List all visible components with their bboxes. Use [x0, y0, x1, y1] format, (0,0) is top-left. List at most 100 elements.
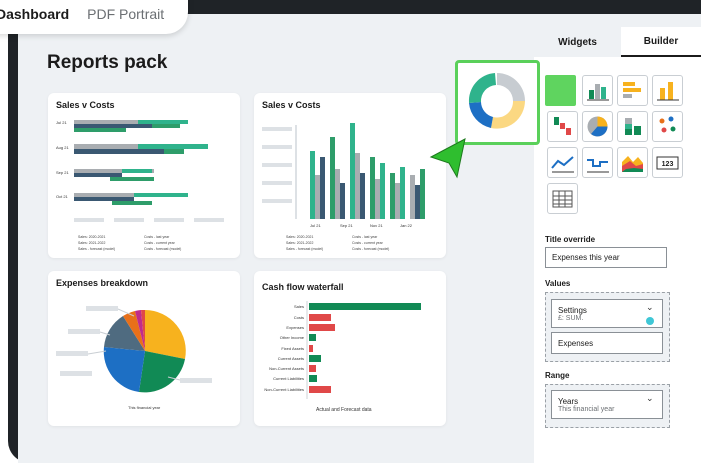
bar	[370, 157, 375, 219]
column-chart-icon[interactable]	[652, 75, 683, 106]
row-label: Current Assets	[277, 356, 304, 361]
tick-label: Jan 22	[400, 223, 413, 228]
drag-pointer-icon	[429, 138, 466, 179]
tick-label: Aug 21	[56, 145, 69, 150]
bar	[309, 365, 316, 372]
sales-costs-column-chart	[262, 123, 425, 219]
bar	[395, 183, 400, 219]
row-label: Other Income	[279, 335, 304, 340]
label-placeholder	[68, 329, 100, 334]
bar	[74, 128, 126, 132]
chevron-down-icon[interactable]: ⌄	[646, 393, 654, 404]
values-label: Values	[545, 279, 571, 288]
bar	[309, 334, 316, 341]
bar	[335, 169, 340, 219]
tick-label: Nov 21	[370, 223, 383, 228]
values-item-subtitle: £: SUM.	[558, 314, 584, 322]
step-chart-icon[interactable]	[582, 147, 613, 178]
bar	[320, 157, 325, 219]
values-item-expenses[interactable]: Expenses	[551, 332, 663, 354]
legend-item: Sales: 2021-2022	[286, 241, 314, 245]
bar	[110, 177, 154, 181]
chart-caption: Actual and Forecast data	[316, 407, 372, 413]
hbar-group-oct	[74, 193, 188, 205]
range-label: Range	[545, 371, 570, 380]
sales-costs-column-card[interactable]: Sales v Costs Jul 21 Sep 21 Nov 21 Jan 2…	[254, 93, 446, 258]
bar	[164, 149, 184, 154]
legend-item: Sales: 2020-2021	[286, 235, 314, 239]
legend-item: Sales: 2021-2022	[78, 241, 106, 245]
page-title: Reports pack	[47, 52, 168, 73]
tick-label: Jul 21	[310, 223, 321, 228]
axis-placeholder	[262, 127, 292, 131]
bar	[410, 175, 415, 219]
hbar-group-aug	[74, 144, 208, 154]
horizontal-bar-icon[interactable]	[617, 75, 648, 106]
bar	[350, 123, 355, 219]
bar	[340, 183, 345, 219]
chevron-down-icon[interactable]: ⌄	[646, 302, 654, 313]
label-placeholder	[180, 378, 212, 383]
status-dot-icon	[646, 317, 654, 325]
area-chart-icon[interactable]	[617, 147, 648, 178]
row-label: Non-Current Liabilities	[264, 387, 304, 392]
bar	[360, 173, 365, 219]
label-placeholder	[86, 306, 118, 311]
axis-placeholder	[262, 181, 292, 185]
tick-label: Oct 21	[56, 194, 68, 199]
stacked-bar-icon[interactable]	[617, 111, 648, 142]
range-subtitle: This financial year	[558, 405, 615, 413]
kpi-text: 123	[662, 161, 674, 168]
legend-item: Sales - forecast (model)	[78, 247, 116, 251]
bar	[310, 151, 315, 219]
title-override-input[interactable]: Expenses this year	[545, 247, 667, 268]
bar	[74, 149, 164, 154]
app-stage: Dashboard PDF Portrait Reports pack Sale…	[0, 0, 701, 463]
tab-dashboard[interactable]: Dashboard	[0, 6, 69, 22]
tab-widgets[interactable]: Widgets	[534, 27, 621, 57]
values-item-title: Settings	[558, 305, 587, 315]
line-chart-icon[interactable]	[547, 147, 578, 178]
tab-builder[interactable]: Builder	[621, 27, 701, 57]
number-kpi-icon[interactable]: 123	[652, 147, 683, 178]
bar	[74, 197, 134, 201]
sales-costs-hbar-card[interactable]: Sales v Costs Jul 21 Aug 21 Sep 21 Oct 2…	[48, 93, 240, 258]
legend-item: Sales - forecast (model)	[286, 247, 324, 251]
row-label: Costs	[293, 315, 304, 320]
axis-placeholder	[114, 218, 144, 222]
tab-pdf-portrait[interactable]: PDF Portrait	[87, 6, 164, 22]
axis-placeholder	[74, 218, 104, 222]
hbar-group-jul	[74, 120, 188, 132]
bar	[74, 124, 152, 128]
bar	[309, 314, 331, 321]
pie-chart-icon[interactable]	[582, 111, 613, 142]
legend-item: Costs - last year	[144, 235, 170, 239]
sales-costs-hbar-chart	[74, 120, 224, 222]
bar	[309, 345, 313, 352]
cash-flow-card[interactable]: Cash flow waterfall Sales Costs Expenses…	[254, 271, 446, 426]
bar	[309, 324, 335, 331]
scatter-icon[interactable]	[652, 111, 683, 142]
row-label: Sales	[293, 304, 304, 309]
row-label: Expenses	[286, 325, 304, 330]
bar	[134, 193, 188, 197]
selected-widget-highlight	[545, 75, 576, 106]
tick-label: Jul 21	[56, 120, 67, 125]
hbar-group-sep	[74, 169, 154, 181]
axis-placeholder	[194, 218, 224, 222]
bar	[112, 201, 152, 205]
chart-caption: This financial year	[128, 405, 161, 410]
view-tabs: Dashboard PDF Portrait	[0, 0, 188, 34]
tick-label: Sep 21	[340, 223, 353, 228]
pie-slices	[103, 309, 186, 393]
table-icon[interactable]	[547, 183, 578, 214]
bar-chart-icon[interactable]	[582, 75, 613, 106]
bar	[309, 355, 321, 362]
slice	[145, 310, 186, 359]
title-override-label: Title override	[545, 235, 596, 244]
waterfall-icon[interactable]	[547, 111, 578, 142]
bar	[375, 179, 380, 219]
expenses-breakdown-card[interactable]: Expenses breakdown This financial year	[48, 271, 240, 426]
legend-item: Costs - current year	[352, 241, 383, 245]
label-placeholder	[60, 371, 92, 376]
